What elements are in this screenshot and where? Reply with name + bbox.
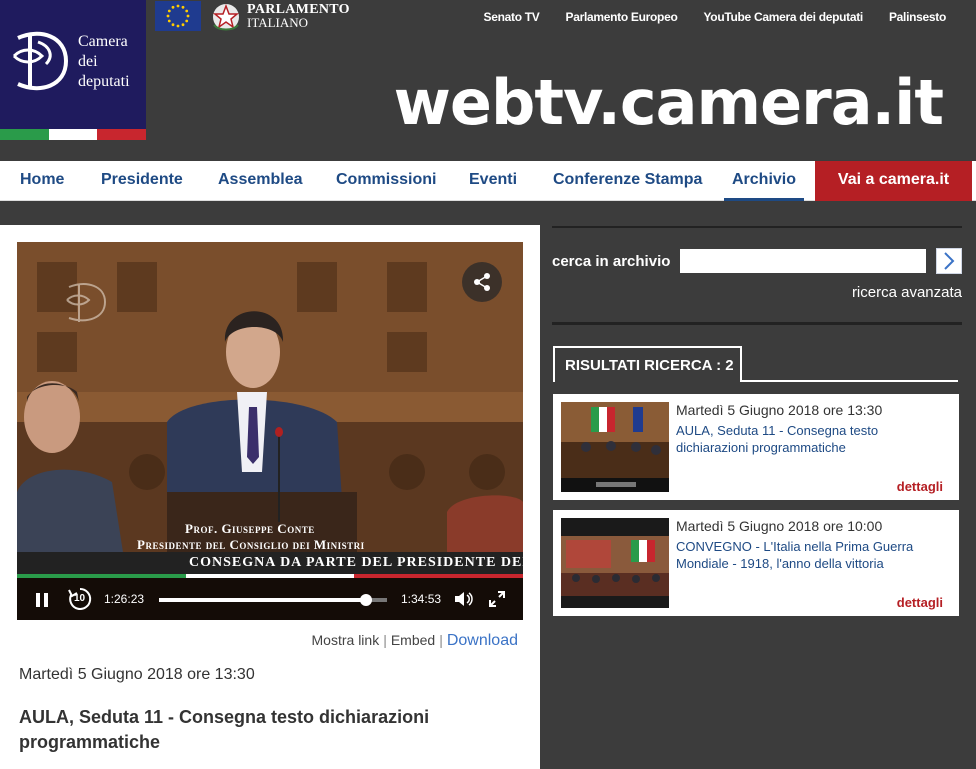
italian-flag-bar xyxy=(0,129,147,140)
advanced-search-link[interactable]: ricerca avanzata xyxy=(852,284,962,301)
share-icon xyxy=(474,273,490,291)
nav-item-eventi[interactable]: Eventi xyxy=(469,161,517,201)
results-tab[interactable]: RISULTATI RICERCA : 2 xyxy=(553,346,742,382)
nav-item-commissioni[interactable]: Commissioni xyxy=(336,161,436,201)
eu-flag-icon[interactable] xyxy=(155,1,201,31)
video-player[interactable]: Prof. Giuseppe Conte Presidente del Cons… xyxy=(17,242,523,620)
logo-text-line: Camera xyxy=(78,33,128,50)
camera-monogram-icon xyxy=(12,31,69,91)
replay-10-button[interactable]: 10 xyxy=(67,586,93,612)
parliament-label[interactable]: PARLAMENTO ITALIANO xyxy=(247,3,350,30)
chevron-right-icon xyxy=(944,252,955,270)
parliament-line2: ITALIANO xyxy=(247,15,309,30)
result-title[interactable]: AULA, Seduta 11 - Consegna testo dichiar… xyxy=(676,422,946,456)
volume-icon[interactable] xyxy=(454,591,474,607)
divider xyxy=(552,322,962,325)
result-date: Martedì 5 Giugno 2018 ore 13:30 xyxy=(676,402,883,418)
current-time: 1:26:23 xyxy=(104,592,145,606)
separator: | xyxy=(383,632,387,648)
nav-item-conferenze-stampa[interactable]: Conferenze Stampa xyxy=(553,161,702,201)
search-input[interactable] xyxy=(680,249,926,273)
search-button[interactable] xyxy=(936,248,962,274)
vai-a-camera-button[interactable]: Vai a camera.it xyxy=(815,161,972,201)
video-banner: CONSEGNA DA PARTE DEL PRESIDENTE DEL C xyxy=(17,552,523,574)
video-panel: Prof. Giuseppe Conte Presidente del Cons… xyxy=(0,225,540,769)
divider xyxy=(552,226,962,228)
italian-emblem-icon xyxy=(212,3,240,31)
replay-seconds: 10 xyxy=(74,593,86,604)
site-brand-title[interactable]: webtv.camera.it xyxy=(394,66,944,140)
separator: | xyxy=(439,632,443,648)
embed-button[interactable]: Embed xyxy=(391,632,435,648)
download-link[interactable]: Download xyxy=(447,632,518,649)
top-link-palinsesto[interactable]: Palinsesto xyxy=(889,10,946,24)
seek-progress xyxy=(159,598,367,602)
result-card[interactable]: Martedì 5 Giugno 2018 ore 13:30 AULA, Se… xyxy=(553,394,959,500)
top-link-senato-tv[interactable]: Senato TV xyxy=(484,10,540,24)
nav-item-archivio[interactable]: Archivio xyxy=(724,161,804,201)
duration: 1:34:53 xyxy=(401,592,442,606)
top-link-parlamento-europeo[interactable]: Parlamento Europeo xyxy=(566,10,678,24)
nav-item-assemblea[interactable]: Assemblea xyxy=(218,161,303,201)
result-thumbnail[interactable] xyxy=(561,518,669,608)
show-link-button[interactable]: Mostra link xyxy=(312,632,380,648)
nav-item-home[interactable]: Home xyxy=(20,161,64,201)
result-card[interactable]: Martedì 5 Giugno 2018 ore 10:00 CONVEGNO… xyxy=(553,510,959,616)
seek-bar[interactable] xyxy=(159,594,387,606)
result-date: Martedì 5 Giugno 2018 ore 10:00 xyxy=(676,518,883,534)
camera-logo[interactable]: Camera dei deputati xyxy=(0,0,147,140)
top-links: Senato TV Parlamento Europeo YouTube Cam… xyxy=(484,10,947,24)
search-label: cerca in archivio xyxy=(552,253,671,270)
video-links: Mostra link | Embed | Download xyxy=(312,632,518,650)
results-underline xyxy=(742,380,958,382)
seek-handle[interactable] xyxy=(360,594,373,606)
logo-text-line: deputati xyxy=(78,73,130,90)
details-link[interactable]: dettagli xyxy=(897,479,943,494)
video-caption-name: Prof. Giuseppe Conte xyxy=(185,521,315,536)
logo-text: Camera dei deputati xyxy=(78,32,130,92)
details-link[interactable]: dettagli xyxy=(897,595,943,610)
video-title: AULA, Seduta 11 - Consegna testo dichiar… xyxy=(19,707,430,752)
site-header: Camera dei deputati PARLAMENTO ITALIANO … xyxy=(0,0,976,160)
nav-item-presidente[interactable]: Presidente xyxy=(101,161,183,201)
video-caption-role: Presidente del Consiglio dei Ministri xyxy=(137,537,365,552)
result-thumbnail[interactable] xyxy=(561,402,669,492)
share-button[interactable] xyxy=(462,262,502,302)
pause-icon[interactable] xyxy=(35,592,49,608)
fullscreen-icon[interactable] xyxy=(489,591,505,607)
player-controls: 10 1:26:23 1:34:53 xyxy=(17,578,523,620)
video-date: Martedì 5 Giugno 2018 ore 13:30 xyxy=(19,666,255,683)
main-nav: Home Presidente Assemblea Commissioni Ev… xyxy=(0,161,976,201)
logo-text-line: dei xyxy=(78,53,98,70)
top-link-youtube[interactable]: YouTube Camera dei deputati xyxy=(703,10,863,24)
result-title[interactable]: CONVEGNO - L'Italia nella Prima Guerra M… xyxy=(676,538,946,572)
